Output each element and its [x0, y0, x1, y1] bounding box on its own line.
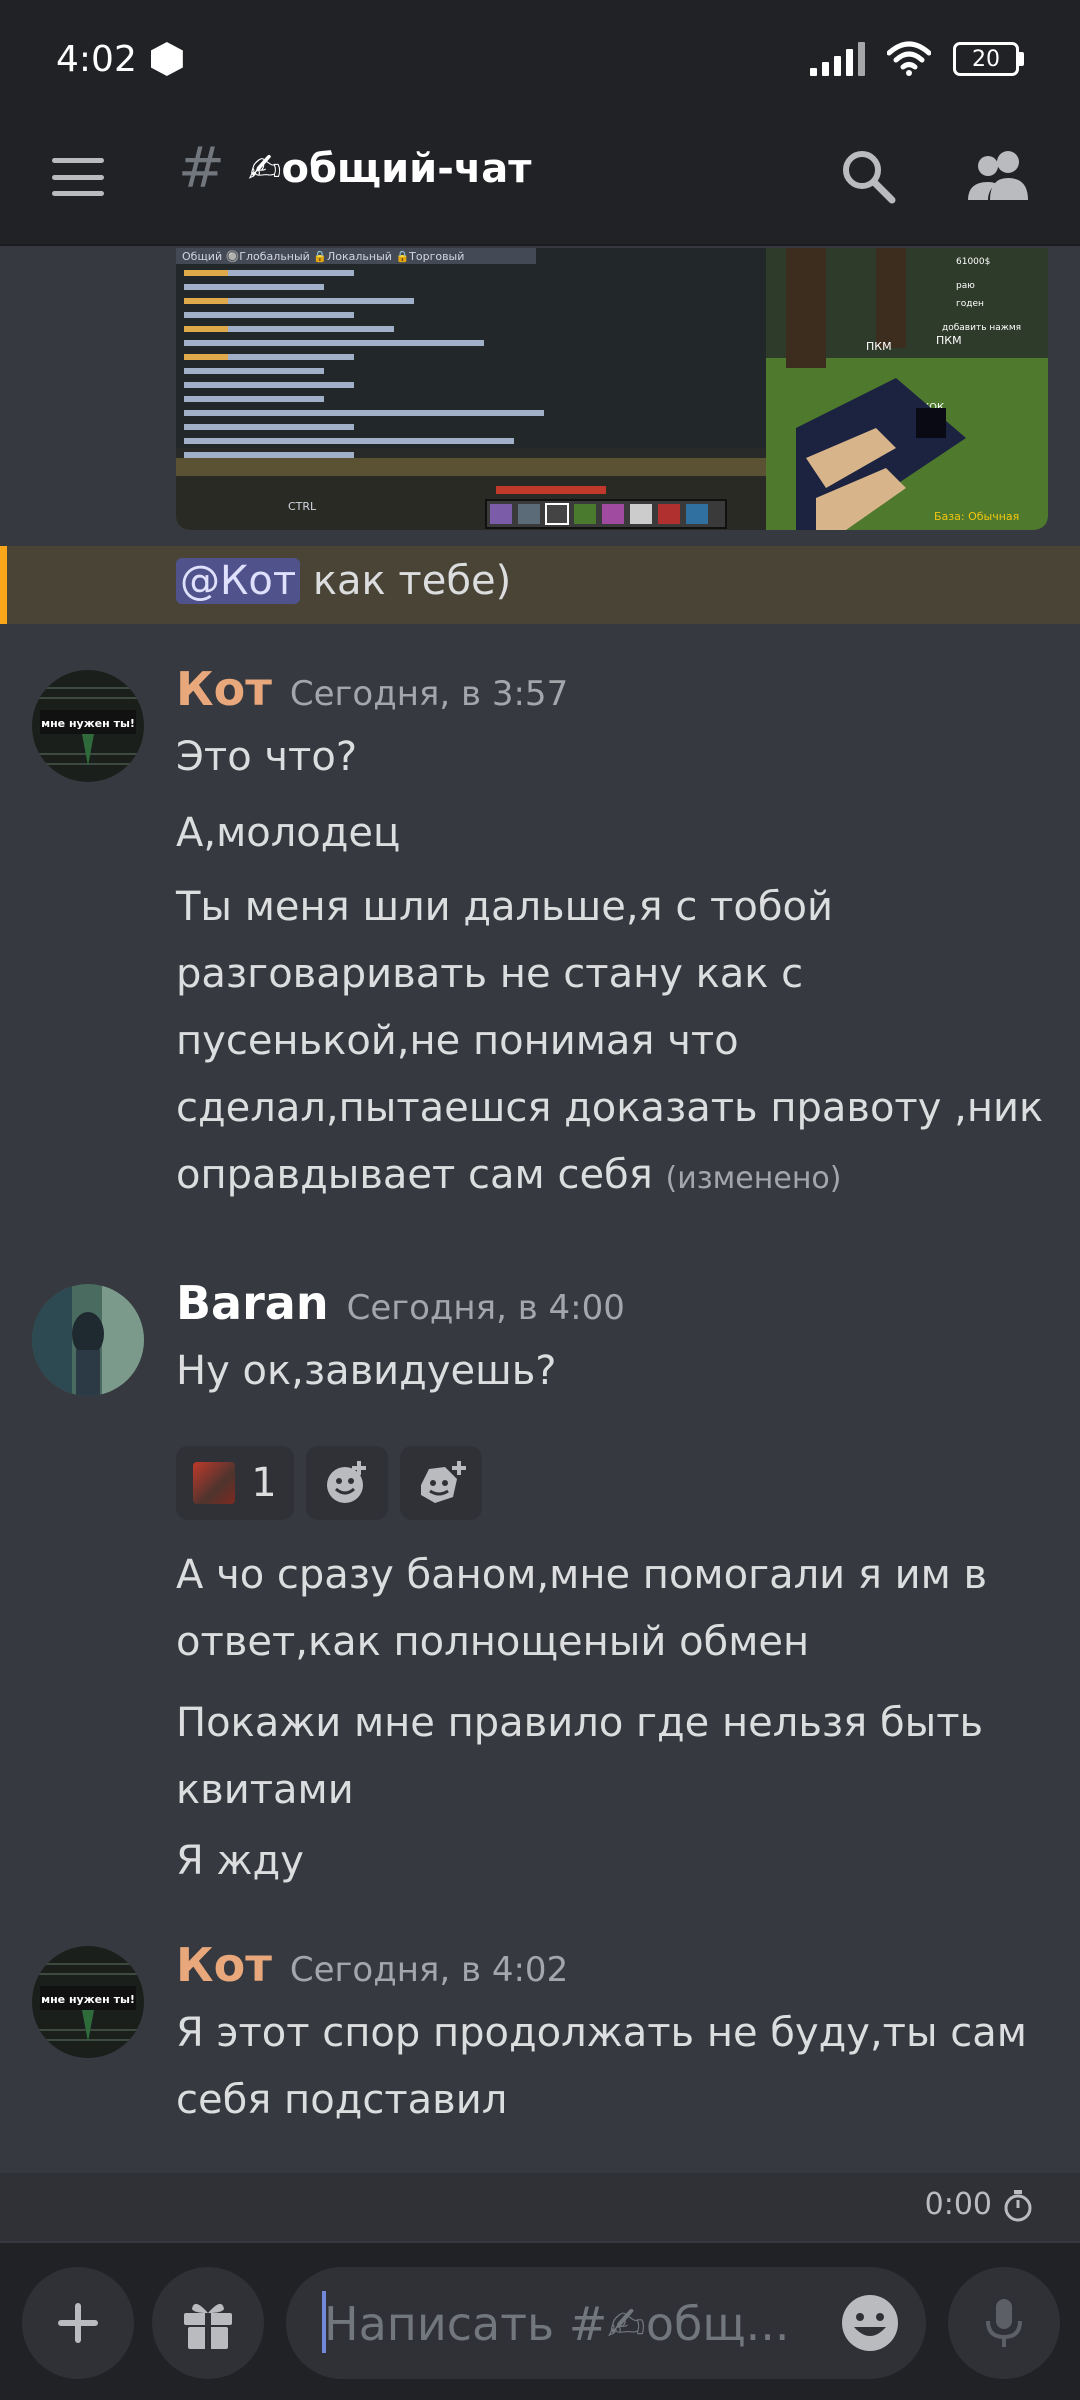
plus-icon: [58, 2303, 98, 2343]
gift-icon: [184, 2303, 232, 2349]
message-input-placeholder: Написать #✍общ...: [324, 2297, 790, 2351]
status-time: 4:02: [56, 38, 137, 80]
notification-hexagon-icon: [150, 42, 183, 76]
battery-level: 20: [953, 42, 1019, 76]
microphone-icon: [986, 2299, 1022, 2347]
wifi-icon: [887, 41, 931, 76]
message-text[interactable]: Я этот спор продолжать не буду,ты сам се…: [176, 2000, 1056, 2134]
message-author[interactable]: Кот Сегодня, в 3:57: [176, 662, 568, 716]
message-text[interactable]: Покажи мне правило где нельзя быть квита…: [176, 1690, 1056, 1824]
reaction-chip[interactable]: 1: [176, 1446, 294, 1520]
reaction-bar: 1: [176, 1446, 482, 1520]
members-icon[interactable]: [966, 146, 1030, 206]
embed-right-list-2: раю: [956, 281, 975, 291]
embed-side-label-1: ПКМ: [866, 340, 892, 353]
message-text[interactable]: А чо сразу баном,мне помогали я им в отв…: [176, 1542, 1056, 1676]
channel-header: # ✍общий-чат: [0, 118, 1080, 246]
attach-button[interactable]: [22, 2267, 134, 2379]
embed-hud-label: CTRL: [288, 500, 317, 513]
edited-label: (изменено): [665, 1161, 842, 1196]
embed-chat-tabs: Общий 🔘Глобальный 🔒Локальный 🔒Торговый: [182, 250, 464, 263]
embed-right-list-4: годен: [956, 299, 984, 309]
message-text[interactable]: А,молодец: [176, 800, 1056, 867]
embed-right-list-1: 61000$: [956, 257, 990, 267]
message-input[interactable]: Написать #✍общ...: [286, 2267, 926, 2379]
avatar[interactable]: мне нужен ты!: [32, 1946, 144, 2058]
reaction-user-avatar: [193, 1462, 236, 1504]
add-reaction-icon: [327, 1461, 366, 1503]
status-bar: 4:02 20: [0, 0, 1080, 118]
status-left: 4:02: [56, 39, 183, 80]
avatar[interactable]: мне нужен ты!: [32, 670, 144, 782]
add-super-reaction-icon: [421, 1461, 466, 1503]
search-icon[interactable]: [838, 146, 898, 206]
slowmode-timer: 0:00: [924, 2187, 992, 2222]
signal-icon: [810, 42, 865, 76]
attachment-image[interactable]: Общий 🔘Глобальный 🔒Локальный 🔒Торговый C…: [176, 248, 1048, 530]
message-timestamp: Сегодня, в 4:02: [289, 1950, 569, 1990]
message-text[interactable]: Это что?: [176, 724, 1056, 791]
message-text[interactable]: Ты меня шли дальше,я с тобой разговарива…: [176, 874, 1056, 1212]
mention-message-text: @Кот как тебе): [176, 558, 511, 604]
avatar-caption: мне нужен ты!: [41, 1993, 135, 2006]
reaction-count: 1: [251, 1460, 277, 1506]
emoji-icon[interactable]: [840, 2293, 900, 2353]
message-timestamp: Сегодня, в 3:57: [289, 674, 569, 714]
message-text[interactable]: Ну ок,завидуешь?: [176, 1338, 1056, 1405]
user-mention[interactable]: @Кот: [176, 558, 301, 604]
mention-message-body: как тебе): [300, 558, 512, 604]
stopwatch-icon: [1004, 2190, 1032, 2222]
hamburger-icon[interactable]: [52, 154, 104, 200]
embed-mode-label: База: Обычная: [934, 510, 1019, 523]
slowmode-timer-bar: 0:00: [0, 2173, 1080, 2241]
message-text[interactable]: Я жду: [176, 1828, 1056, 1895]
mention-message[interactable]: @Кот как тебе): [0, 546, 1080, 624]
avatar[interactable]: [32, 1284, 144, 1396]
status-right: 20: [810, 41, 1024, 77]
message-timestamp: Сегодня, в 4:00: [346, 1288, 625, 1328]
gift-button[interactable]: [152, 2267, 264, 2379]
add-super-reaction-button[interactable]: [400, 1446, 482, 1520]
channel-hash-icon: #: [178, 136, 225, 201]
embed-side-label-2: ПКМ: [936, 334, 962, 347]
message-composer: Написать #✍общ...: [0, 2243, 1080, 2400]
message-author[interactable]: Baran Сегодня, в 4:00: [176, 1276, 625, 1330]
minecraft-screenshot: Общий 🔘Глобальный 🔒Локальный 🔒Торговый C…: [176, 248, 1048, 530]
add-reaction-button[interactable]: [306, 1446, 388, 1520]
embed-right-list-3: добавить нажмя: [942, 323, 1021, 333]
message-author[interactable]: Кот Сегодня, в 4:02: [176, 1938, 568, 1992]
channel-title[interactable]: ✍общий-чат: [248, 146, 531, 192]
voice-message-button[interactable]: [948, 2267, 1060, 2379]
avatar-caption: мне нужен ты!: [41, 717, 135, 730]
message-list[interactable]: Общий 🔘Глобальный 🔒Локальный 🔒Торговый C…: [0, 248, 1080, 2173]
battery-icon: 20: [953, 42, 1024, 76]
